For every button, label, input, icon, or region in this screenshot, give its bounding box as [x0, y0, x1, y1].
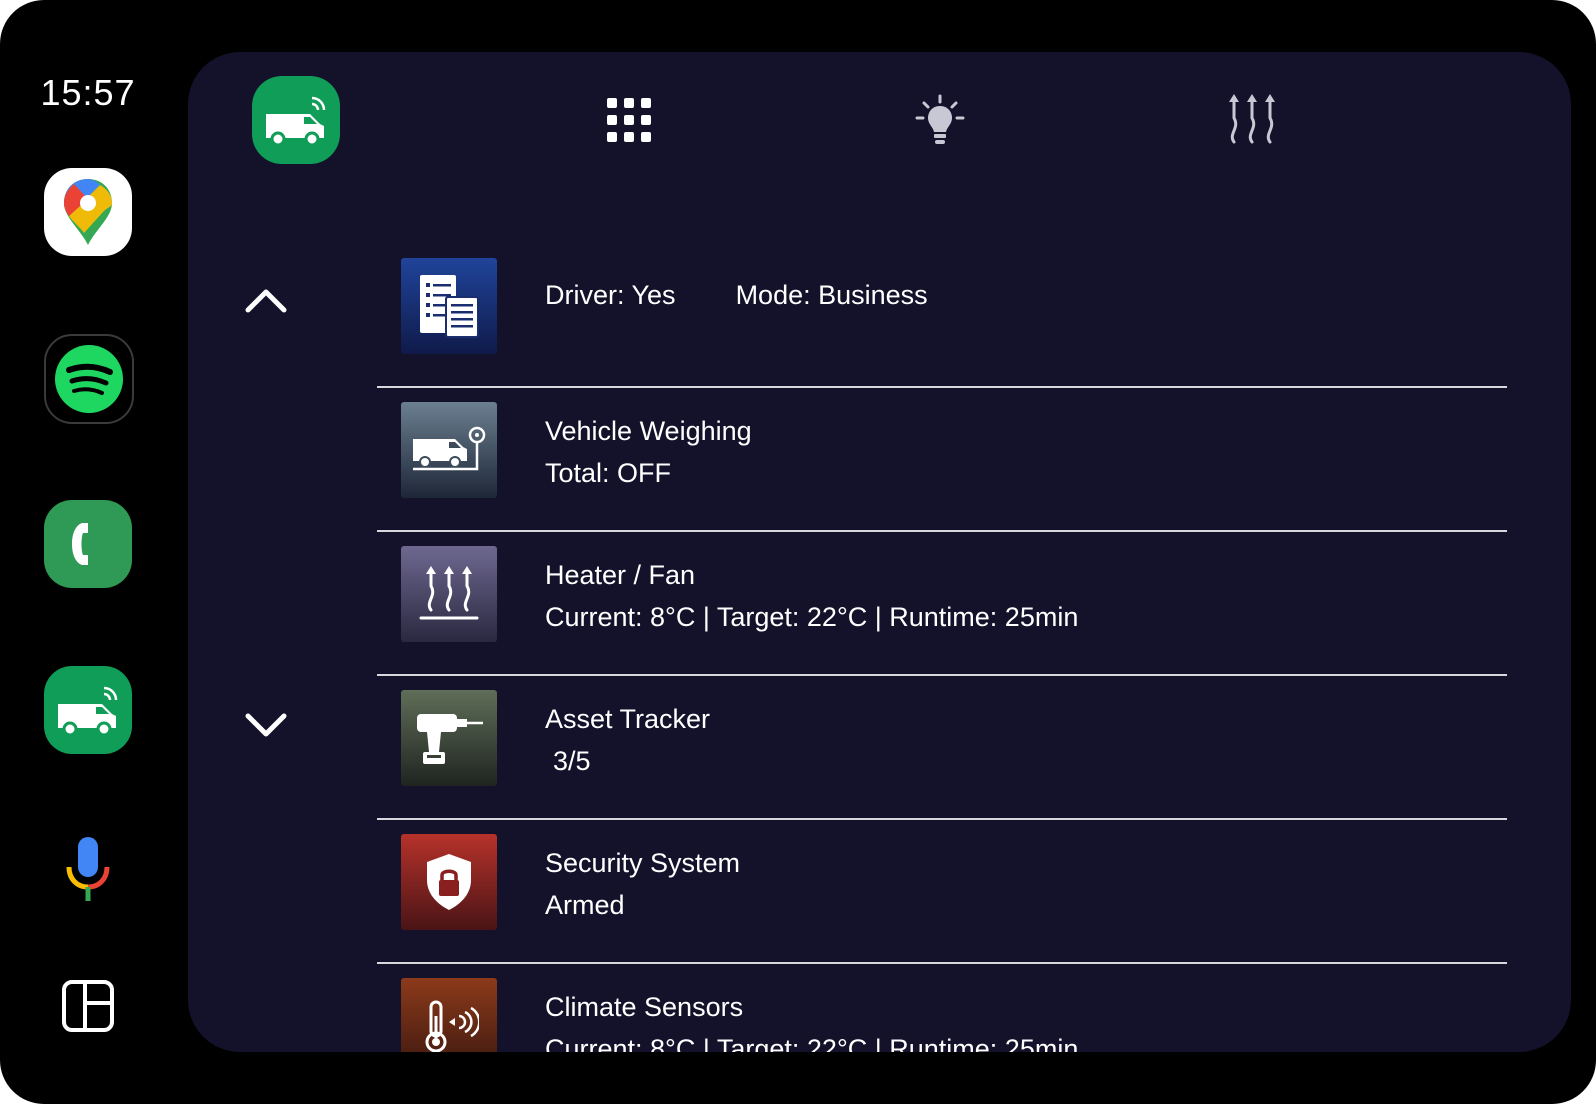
rail-app-maps[interactable] — [44, 168, 132, 256]
list-item-climate-sensors[interactable]: Climate Sensors Current: 8°C | Target: 2… — [377, 964, 1507, 1052]
light-bulb-icon — [915, 94, 965, 144]
top-toolbar — [188, 52, 1571, 192]
mode-status: Mode: Business — [735, 280, 928, 310]
google-maps-icon — [64, 179, 112, 245]
rail-app-phone[interactable] — [44, 500, 132, 588]
connected-van-icon — [58, 686, 118, 736]
list-item-vehicle-weighing[interactable]: Vehicle Weighing Total: OFF — [377, 388, 1507, 532]
shield-lock-icon — [401, 834, 497, 930]
app-grid-icon — [607, 98, 651, 142]
heater-icon — [401, 546, 497, 642]
security-system-title: Security System — [545, 848, 741, 878]
layout-switch-button[interactable] — [44, 962, 132, 1050]
heater-fan-text: Heater / Fan Current: 8°C | Target: 22°C… — [545, 554, 1078, 638]
documents-icon — [401, 258, 497, 354]
scroll-down-button[interactable] — [238, 698, 294, 754]
rail-app-spotify[interactable] — [44, 334, 134, 424]
driver-status: Driver: Yes — [545, 280, 676, 310]
climate-sensors-status: Current: 8°C | Target: 22°C | Runtime: 2… — [545, 1034, 1079, 1052]
climate-sensors-title: Climate Sensors — [545, 992, 744, 1022]
split-layout-icon — [62, 980, 114, 1032]
phone-icon — [72, 523, 88, 565]
vehicle-weighing-status: Total: OFF — [545, 458, 672, 488]
voice-assistant-button[interactable] — [44, 826, 132, 914]
vehicle-weighing-title: Vehicle Weighing — [545, 416, 752, 446]
thermometer-signal-icon — [401, 978, 497, 1052]
heater-fan-title: Heater / Fan — [545, 560, 696, 590]
scroll-up-button[interactable] — [238, 272, 294, 328]
main-panel: Driver: Yes Mode: Business Vehicle Weigh… — [188, 52, 1571, 1052]
security-system-status: Armed — [545, 890, 625, 920]
asset-tracker-title: Asset Tracker — [545, 704, 711, 734]
asset-tracker-count: 3/5 — [553, 746, 591, 776]
climate-sensors-text: Climate Sensors Current: 8°C | Target: 2… — [545, 986, 1078, 1052]
app-rail: 15:57 — [0, 0, 176, 1104]
status-clock: 15:57 — [40, 72, 136, 113]
list-item-heater-fan[interactable]: Heater / Fan Current: 8°C | Target: 22°C… — [377, 532, 1507, 676]
spotify-icon — [55, 345, 123, 413]
car-display-frame: 15:57 Driver: Yes Mode: Business Vehicle… — [0, 0, 1596, 1104]
fleet-home-button[interactable] — [252, 76, 340, 164]
chevron-up-icon — [245, 289, 287, 313]
list-item-driver-mode[interactable]: Driver: Yes Mode: Business — [377, 244, 1507, 388]
vehicle-weighing-text: Vehicle Weighing Total: OFF — [545, 410, 752, 494]
list-item-asset-tracker[interactable]: Asset Tracker 3/5 — [377, 676, 1507, 820]
connected-van-icon — [266, 96, 326, 146]
lights-button[interactable] — [904, 84, 976, 156]
heater-button[interactable] — [1216, 84, 1288, 156]
driver-mode-fields: Driver: Yes Mode: Business — [545, 274, 928, 316]
microphone-icon — [66, 837, 110, 901]
vehicle-scale-icon — [401, 402, 497, 498]
security-system-text: Security System Armed — [545, 842, 740, 926]
heater-fan-status: Current: 8°C | Target: 22°C | Runtime: 2… — [545, 602, 1079, 632]
heat-waves-icon — [1229, 94, 1275, 144]
list-item-security-system[interactable]: Security System Armed — [377, 820, 1507, 964]
rail-app-fleet[interactable] — [44, 666, 132, 754]
feature-list: Driver: Yes Mode: Business Vehicle Weigh… — [377, 244, 1507, 1052]
power-drill-icon — [401, 690, 497, 786]
app-grid-button[interactable] — [593, 84, 665, 156]
chevron-down-icon — [245, 713, 287, 737]
asset-tracker-text: Asset Tracker 3/5 — [545, 698, 710, 782]
